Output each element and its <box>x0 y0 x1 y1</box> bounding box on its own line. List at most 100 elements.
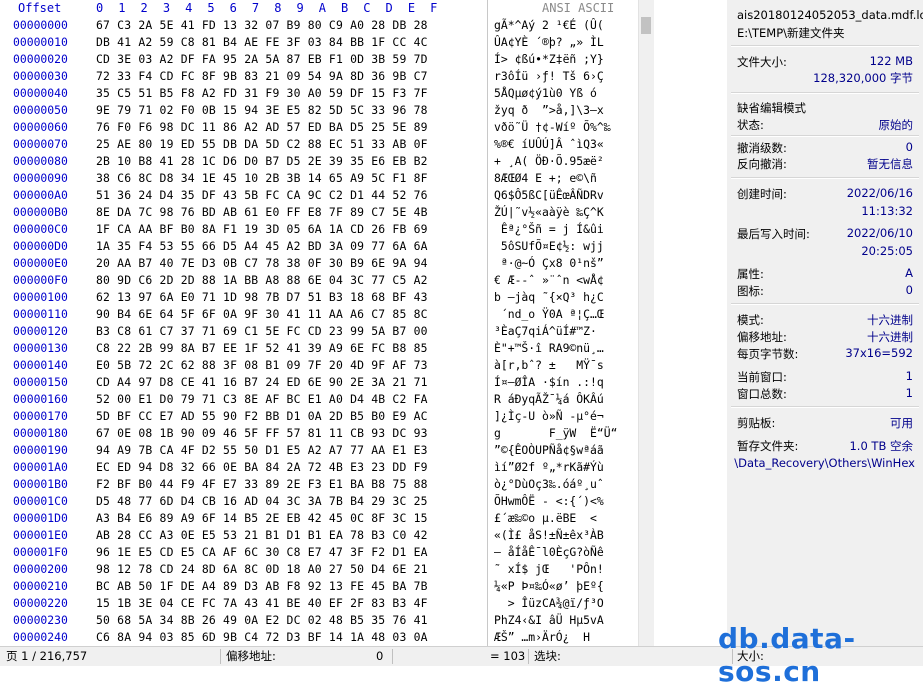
row-ascii[interactable]: ÆŠ” …m›ÄrÓ¿ H <box>494 629 590 646</box>
row-ascii[interactable]: r3ôÍü ›ƒ! Tš 6›Ç <box>494 68 604 85</box>
row-hex-bytes[interactable]: 67 0E 08 1B 90 09 46 5F FF 57 81 11 CB 9… <box>96 425 428 442</box>
row-ascii[interactable]: žyq ð ”>å‚]\3–x <box>494 102 604 119</box>
row-ascii[interactable]: Êª¿°Šñ = j Í&ûi <box>494 221 604 238</box>
row-hex-bytes[interactable]: 96 1E E5 CD E5 CA AF 6C 30 C8 E7 47 3F F… <box>96 544 428 561</box>
undo-label: 撤消级数: <box>737 141 787 155</box>
row-hex-bytes[interactable]: C6 8A 94 03 85 6D 9B C4 72 D3 BF 14 1A 4… <box>96 629 428 646</box>
status-offset-value: 0 <box>376 649 384 663</box>
row-ascii[interactable]: ª·@~Ó Çx8 0¹nš” <box>494 255 604 272</box>
row-hex-bytes[interactable]: 90 B4 6E 64 5F 6F 0A 9F 30 41 11 AA A6 C… <box>96 306 428 323</box>
row-ascii[interactable]: Í¤—ØÎA ·$ín .:!q <box>494 374 604 391</box>
row-ascii[interactable]: vðö˜Ü †¢-Wíº Õ%^‰ <box>494 119 611 136</box>
row-ascii[interactable]: € Æ--ˆ »¨ˆn <wÅ¢ <box>494 272 604 289</box>
hex-editor-pane[interactable]: Offset 0 1 2 3 4 5 6 7 8 9 A B C D E F A… <box>0 0 654 646</box>
row-hex-bytes[interactable]: 76 F0 F6 98 DC 11 86 A2 AD 57 ED BA D5 2… <box>96 119 428 136</box>
written-time: 20:25:05 <box>861 244 913 258</box>
row-hex-bytes[interactable]: 1A 35 F4 53 55 66 D5 A4 45 A2 BD 3A 09 7… <box>96 238 428 255</box>
row-offset: 00000050 <box>13 103 68 117</box>
row-hex-bytes[interactable]: AB 28 CC A3 0E E5 53 21 B1 D1 B1 EA 78 B… <box>96 527 428 544</box>
row-hex-bytes[interactable]: 1F CA AA BF B0 8A F1 19 3D 05 6A 1A CD 2… <box>96 221 428 238</box>
row-ascii[interactable]: Q6$Ô5ßC[üÊœÂÑDRv <box>494 187 604 204</box>
row-hex-bytes[interactable]: EC ED 94 D8 32 66 0E BA 84 2A 72 4B E3 2… <box>96 459 428 476</box>
row-hex-bytes[interactable]: BC AB 50 1F DE A4 89 D3 AB F8 92 13 FE 4… <box>96 578 428 595</box>
row-ascii[interactable]: ŽÚ|˜v½«aàÿè ‰Ç^K <box>494 204 604 221</box>
row-ascii[interactable]: b —jàq ˜{×Q³ h¿C <box>494 289 604 306</box>
row-ascii[interactable]: PhZ4‹&I âÜ Hµ5vA <box>494 612 604 629</box>
row-ascii[interactable]: ò¿°DùOç3‰.óáº¸uˆ <box>494 476 604 493</box>
row-hex-bytes[interactable]: 72 33 F4 CD FC 8F 9B 83 21 09 54 9A 8D 3… <box>96 68 428 85</box>
vertical-scrollbar[interactable] <box>638 0 654 646</box>
row-ascii[interactable]: gÃ*^Aý 2 ¹€É (Û( <box>494 17 604 34</box>
row-ascii[interactable]: ÕHwmÔË - <:{´)<% <box>494 493 604 510</box>
row-hex-bytes[interactable]: DB 41 A2 59 C8 81 B4 AE FE 3F 03 84 BB 1… <box>96 34 428 51</box>
row-ascii[interactable]: ¼«P Þ¤‰Ó«ø’ þEº{ <box>494 578 604 595</box>
row-hex-bytes[interactable]: CD A4 97 D8 CE 41 16 B7 24 ED 6E 90 2E 3… <box>96 374 428 391</box>
row-hex-bytes[interactable]: 15 1B 3E 04 CE FC 7A 43 41 BE 40 EF 2F 8… <box>96 595 428 612</box>
row-hex-bytes[interactable]: 38 C6 8C D8 34 1E 45 10 2B 3B 14 65 A9 5… <box>96 170 428 187</box>
temp-folder-label: 暂存文件夹: <box>737 439 799 453</box>
row-offset: 000000D0 <box>13 239 68 253</box>
status-separator <box>220 649 221 664</box>
scrollbar-thumb[interactable] <box>641 17 651 34</box>
clipboard-label: 剪贴板: <box>737 416 776 430</box>
current-window-label: 当前窗口: <box>737 370 787 384</box>
row-hex-bytes[interactable]: 50 68 5A 34 8B 26 49 0A E2 DC 02 48 B5 3… <box>96 612 428 629</box>
temp-folder-value: 1.0 TB 空余 <box>849 439 913 453</box>
row-hex-bytes[interactable]: 9E 79 71 02 F0 0B 15 94 3E E5 82 5D 5C 3… <box>96 102 428 119</box>
row-hex-bytes[interactable]: 52 00 E1 D0 79 71 C3 8E AF BC E1 A0 D4 4… <box>96 391 428 408</box>
row-ascii[interactable]: ”©{ÊOÒUPÑå¢§wªáã <box>494 442 604 459</box>
status-block-label: 选块: <box>534 649 561 663</box>
row-ascii[interactable]: 5ÅQµø¢ý1ù0 Yß ó <box>494 85 597 102</box>
row-hex-bytes[interactable]: 94 A9 7B CA 4F D2 55 50 D1 E5 A2 A7 77 A… <box>96 442 428 459</box>
file-name: ais20180124052053_data.mdf.lo <box>737 8 923 22</box>
row-ascii[interactable]: È"+™Š·î RA9©nü¸… <box>494 340 604 357</box>
row-hex-bytes[interactable]: 20 AA B7 40 7E D3 0B C7 78 38 0F 30 B9 6… <box>96 255 428 272</box>
row-ascii[interactable]: «(Ì£ åS!±Ñ±êx³ÀB <box>494 527 604 544</box>
row-hex-bytes[interactable]: 62 13 97 6A E0 71 1D 98 7B D7 51 B3 18 6… <box>96 289 428 306</box>
row-hex-bytes[interactable]: 80 9D C6 2D 2D 88 1A BB A8 88 6E 04 3C 7… <box>96 272 428 289</box>
row-hex-bytes[interactable]: A3 B4 E6 89 A9 6F 14 B5 2E EB 42 45 0C 8… <box>96 510 428 527</box>
row-ascii[interactable]: 5ôSUfÕ¤E¢½: wjj <box>494 238 604 255</box>
row-hex-bytes[interactable]: 8E DA 7C 98 76 BD AB 61 E0 FF E8 7F 89 C… <box>96 204 428 221</box>
row-offset: 00000170 <box>13 409 68 423</box>
row-ascii[interactable]: %®€ íUÛÚ]Â ˆìQ3« <box>494 136 604 153</box>
row-hex-bytes[interactable]: D5 48 77 6D D4 CB 16 AD 04 3C 3A 7B B4 2… <box>96 493 428 510</box>
row-ascii[interactable]: à[r,bˆ? ± MŸ¯s <box>494 357 604 374</box>
offset-mode-label: 偏移地址: <box>737 330 787 344</box>
mode-value: 十六进制 <box>867 313 913 327</box>
row-hex-bytes[interactable]: B3 C8 61 C7 37 71 69 C1 5E FC CD 23 99 5… <box>96 323 428 340</box>
row-hex-bytes[interactable]: 98 12 78 CD 24 8D 6A 8C 0D 18 A0 27 50 D… <box>96 561 428 578</box>
row-offset: 00000060 <box>13 120 68 134</box>
row-hex-bytes[interactable]: F2 BF B0 44 F9 4F E7 33 89 2E F3 E1 BA B… <box>96 476 428 493</box>
attr-value: A <box>905 266 913 280</box>
row-ascii[interactable]: ÛA¢YÈ ´®þ? „» ÌL <box>494 34 604 51</box>
row-ascii[interactable]: ˜ xÍ$ jŒ 'PÔn! <box>494 561 604 578</box>
row-ascii[interactable]: ³ÈaÇ7qiÁ^üÍ#™Z· <box>494 323 604 340</box>
offset-column-header: Offset <box>18 1 62 15</box>
row-ascii[interactable]: ´nd_o Ÿ0A ª¦Ç…Œ <box>494 306 604 323</box>
row-hex-bytes[interactable]: 25 AE 80 19 ED 55 DB DA 5D C2 88 EC 51 3… <box>96 136 428 153</box>
row-ascii[interactable]: ìí”Ø2f º„*rKã#Ýù <box>494 459 604 476</box>
row-hex-bytes[interactable]: 2B 10 B8 41 28 1C D6 D0 B7 D5 2E 39 35 E… <box>96 153 428 170</box>
row-ascii[interactable]: – åÍåÊ¯l0ÈçG?òÑê <box>494 544 604 561</box>
row-ascii[interactable]: > ÎüzCA¾@ï/ƒ³O <box>494 595 604 612</box>
row-ascii[interactable]: R áÐyqÃŽ¯¼á ÔKÂú <box>494 391 604 408</box>
row-ascii[interactable]: + ¸A( ÖÐ·Õ.95æë² <box>494 153 604 170</box>
row-ascii[interactable]: g F_ÿW Ë“Ü“ <box>494 425 617 442</box>
size-label: 文件大小: <box>737 55 787 69</box>
status-byte-value: = 103 <box>490 649 526 663</box>
row-hex-bytes[interactable]: CD 3E 03 A2 DF FA 95 2A 5A 87 EB F1 0D 3… <box>96 51 428 68</box>
row-hex-bytes[interactable]: C8 22 2B 99 8A B7 EE 1F 52 41 39 A9 6E F… <box>96 340 428 357</box>
row-ascii[interactable]: 8ÆŒØ4 E +; e©\ñ <box>494 170 597 187</box>
row-hex-bytes[interactable]: 51 36 24 D4 35 DF 43 5B FC CA 9C C2 D1 4… <box>96 187 428 204</box>
created-date: 2022/06/16 <box>846 186 913 200</box>
row-ascii[interactable]: £´æ‰©o µ.ëBE < <box>494 510 597 527</box>
row-hex-bytes[interactable]: 67 C3 2A 5E 41 FD 13 32 07 B9 80 C9 A0 2… <box>96 17 428 34</box>
row-hex-bytes[interactable]: E0 5B 72 2C 62 88 3F 08 B1 09 7F 20 4D 9… <box>96 357 428 374</box>
row-hex-bytes[interactable]: 5D BF CC E7 AD 55 90 F2 BB D1 0A 2D B5 B… <box>96 408 428 425</box>
row-hex-bytes[interactable]: 35 C5 51 B5 F8 A2 FD 31 F9 30 A0 59 DF 1… <box>96 85 428 102</box>
row-ascii[interactable]: ]¿Ìç-U ò»Ñ -µ°é¬ <box>494 408 604 425</box>
row-ascii[interactable]: Í> ¢ßú•*Z‡ëñ ;Y} <box>494 51 604 68</box>
status-offset-label: 偏移地址: <box>226 649 276 663</box>
row-offset: 000001C0 <box>13 494 68 508</box>
